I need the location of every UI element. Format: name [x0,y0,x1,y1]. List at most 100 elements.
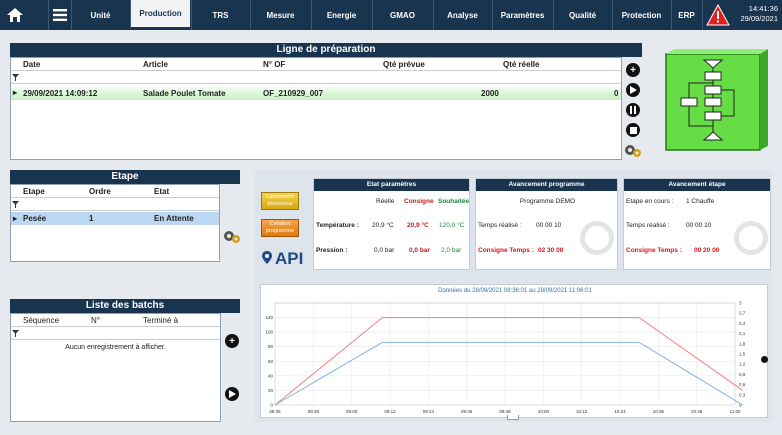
stop-button[interactable] [626,123,640,137]
chart-y2-tick-label: 0,9 [739,372,746,377]
lancement-button[interactable]: Lancement processus [261,192,299,210]
nav-unite[interactable]: Unité [71,0,129,30]
chart-range-handle[interactable] [507,415,519,420]
chart-y-tick-label: 40 [268,373,274,378]
chart-y2-tick-label: 2,7 [739,311,746,316]
col-consigne-label: Consigne [404,198,434,205]
nav-trs[interactable]: TRS [191,0,249,30]
chart-x-tick-label: 09:12 [384,409,396,414]
settings-gear-icon[interactable] [223,228,241,244]
pause-icon [630,106,636,114]
plus-icon: + [229,335,235,347]
process-diagram-icon[interactable] [664,48,772,156]
nav-energie[interactable]: Energie [311,0,371,30]
batchs-title: Liste des batchs [10,299,240,313]
batchs-filter-row[interactable] [11,327,220,340]
nav-qualite[interactable]: Qualité [553,0,611,30]
etape-title: Etape [10,170,240,184]
col-ordre[interactable]: Ordre [89,187,111,196]
nav-production[interactable]: Production [130,0,190,30]
line-chart: 08:36 08:48 09:00 09:12 09:24 09:36 09:48 10:00… [265,301,746,415]
nav-protection[interactable]: Protection [612,0,670,30]
col-sequence[interactable]: Séquence [23,316,59,325]
row-article: Salade Poulet Tomate [143,89,226,98]
col-etat[interactable]: Etat [154,187,169,196]
ligne-filter-row[interactable] [11,71,621,84]
chart-y2-tick-label: 2,1 [739,331,746,336]
ligne-grid: Date Article N° OF Qté prévue Qté réelle… [10,57,622,160]
etape-temps-realise-label: Temps réalisé : [626,222,670,229]
chart-y2-tick-label: 2,4 [739,321,746,326]
col-article[interactable]: Article [143,60,168,69]
temperature-label: Température : [316,222,359,229]
play-button[interactable] [626,83,640,97]
nav-mesure[interactable]: Mesure [250,0,310,30]
consigne-temps-label: Consigne Temps : [478,247,534,254]
settings-gear-icon[interactable] [624,142,642,158]
filter-icon [12,330,19,337]
row-etape: Pesée [23,214,47,223]
chart-y-tick-label: 20 [268,388,274,393]
etape-en-cours-value: 1 Chauffe [686,198,715,205]
nav-parametres[interactable]: Paramètres [492,0,552,30]
temperature-consigne: 20,9 °C [407,222,429,229]
col-etape[interactable]: Etape [23,187,45,196]
nav-gmao[interactable]: GMAO [372,0,432,30]
chart-x-tick-label: 10:24 [614,409,626,414]
col-of[interactable]: N° OF [263,60,285,69]
etape-panel: Etape Etape Ordre Etat ▸ Pesée 1 En Atte… [10,170,240,262]
etape-progress-ring [734,221,768,255]
batchs-empty-message: Aucun enregistrement à afficher. [65,344,166,351]
play-batch-button[interactable] [225,387,239,401]
etape-temps-realise-value: 00 00 10 [686,222,712,229]
etape-consigne-temps-label: Consigne Temps : [626,247,682,254]
row-date: 29/09/2021 14:09:12 [23,89,98,98]
etape-en-cours-label: Etape en cours : [626,198,674,205]
batchs-panel: Liste des batchs Séquence N° Terminé à A… [10,299,240,422]
table-row[interactable]: ▸ Pesée 1 En Attente [11,212,219,225]
ligne-panel: Ligne de préparation Date Article N° OF … [10,43,642,160]
filter-icon [12,201,19,208]
etape-header-row: Etape Ordre Etat [11,185,219,198]
home-button[interactable] [0,0,30,30]
map-pin-icon [262,251,272,264]
top-nav-bar: Unité Production TRS Mesure Energie GMAO… [0,0,782,30]
pression-consigne: 0,0 bar [409,247,430,254]
pause-button[interactable] [626,103,640,117]
chart-y2-tick-label: 1,5 [739,352,746,357]
chart-x-tick-label: 09:48 [499,409,511,414]
creation-button[interactable]: Création programme [261,219,299,237]
col-termine[interactable]: Terminé à [143,316,178,325]
chart-scroll-handle[interactable] [761,356,768,363]
chart-y-tick-label: 80 [268,344,274,349]
menu-button[interactable] [48,0,70,30]
etape-consigne-temps-value: 00 20 00 [694,247,720,254]
etat-parametres-card: Etat paramètres Réelle Consigne Souhaité… [313,178,470,270]
nav-analyse[interactable]: Analyse [433,0,491,30]
col-reelle[interactable]: Qté réelle [503,60,539,69]
warning-icon [705,4,730,26]
batchs-grid: Séquence N° Terminé à Aucun enregistreme… [10,313,221,422]
col-prevue[interactable]: Qté prévue [383,60,425,69]
chart-y2-tick-label: 1,8 [739,341,746,346]
hamburger-icon [52,9,67,21]
alarm-button[interactable] [702,0,732,30]
chart-y2-tick-label: 1,2 [739,362,746,367]
col-numero[interactable]: N° [91,316,100,325]
plus-icon: + [630,64,636,76]
etape-filter-row[interactable] [11,198,219,211]
col-date[interactable]: Date [23,60,40,69]
table-row[interactable]: ▸ 29/09/2021 14:09:12 Salade Poulet Toma… [11,86,621,100]
clock-date: 29/09/2021 [740,14,778,23]
chart-y-tick-label: 120 [265,315,273,320]
nav-erp[interactable]: ERP [671,0,701,30]
row-ordre: 1 [89,214,94,223]
home-icon [7,8,23,22]
programme-progress-ring [580,221,614,255]
add-button[interactable]: + [626,63,640,77]
chart-x-tick-label: 10:36 [653,409,665,414]
row-pointer-icon: ▸ [13,88,18,97]
clock: 14:41:36 29/09/2021 [740,4,778,24]
add-batch-button[interactable]: + [225,334,239,348]
clock-time: 14:41:36 [748,4,778,13]
